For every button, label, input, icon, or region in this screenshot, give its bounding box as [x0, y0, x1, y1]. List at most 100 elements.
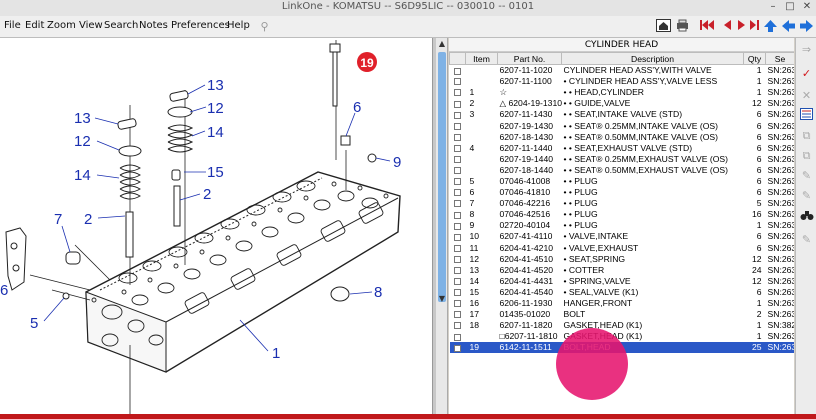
clear-icon[interactable]: ✕	[799, 88, 814, 103]
parts-row[interactable]: 11 6204-41-4210 • VALVE,EXHAUST 6 SN:263	[450, 242, 794, 253]
callout-14[interactable]: 14	[74, 167, 91, 184]
row-checkbox[interactable]	[450, 275, 466, 286]
callout-6[interactable]: 6	[353, 99, 361, 116]
checkbox-icon[interactable]	[454, 167, 461, 175]
parts-row[interactable]: 13 6204-41-4520 • COTTER 24 SN:263	[450, 264, 794, 275]
callout-9[interactable]: 9	[393, 154, 401, 171]
row-checkbox[interactable]	[450, 98, 466, 109]
parts-row[interactable]: 2 △ 6204-19-1310 • • GUIDE,VALVE 12 SN:263	[450, 98, 794, 109]
callout-8[interactable]: 8	[374, 284, 382, 301]
exploded-diagram[interactable]: 13 12 14 15 2 13 12 14 7 2 6 9 6 5 8 1 1…	[0, 38, 432, 419]
back-icon[interactable]	[780, 19, 797, 34]
checkbox-icon[interactable]	[454, 300, 461, 308]
scroll-thumb[interactable]	[438, 52, 446, 302]
checkbox-icon[interactable]	[454, 222, 461, 230]
parts-row[interactable]: 16 6206-11-1930 HANGER,FRONT 1 SN:263	[450, 297, 794, 308]
checkbox-icon[interactable]	[454, 89, 461, 97]
checkbox-icon[interactable]	[454, 122, 461, 130]
checkbox-icon[interactable]	[454, 156, 461, 164]
col-serial[interactable]: Se	[765, 52, 794, 65]
row-checkbox[interactable]	[450, 253, 466, 264]
parts-row[interactable]: 6207-19-1440 • • SEAT® 0.25MM,EXHAUST VAL…	[450, 153, 794, 164]
copy-icon[interactable]: ⧉	[799, 128, 814, 143]
parts-row[interactable]: 18 6207-11-1820 GASKET,HEAD (K1) 1 SN:382	[450, 320, 794, 331]
first-page-icon[interactable]	[698, 19, 715, 34]
parts-row[interactable]: 6 07046-41810 • • PLUG 6 SN:263	[450, 187, 794, 198]
checkbox-icon[interactable]	[454, 133, 461, 141]
row-checkbox[interactable]	[450, 187, 466, 198]
forward-icon[interactable]	[798, 19, 815, 34]
edit-icon[interactable]: ✎	[799, 232, 814, 247]
parts-row[interactable]: 6207-19-1430 • • SEAT® 0.25MM,INTAKE VALV…	[450, 120, 794, 131]
callout-2[interactable]: 2	[84, 211, 92, 228]
callout-12[interactable]: 12	[74, 133, 91, 150]
menu-notes[interactable]: Notes	[139, 20, 168, 31]
callout-1[interactable]: 1	[272, 345, 280, 362]
checkbox-icon[interactable]	[454, 144, 461, 152]
scroll-up-icon[interactable]: ▲	[436, 38, 448, 50]
callout-12[interactable]: 12	[207, 100, 224, 117]
parts-row[interactable]: 6207-18-1440 • • SEAT® 0.50MM,EXHAUST VAL…	[450, 164, 794, 175]
checkbox-icon[interactable]	[454, 278, 461, 286]
checkbox-icon[interactable]	[454, 289, 461, 297]
checkbox-icon[interactable]	[454, 211, 461, 219]
menu-zoom[interactable]: Zoom	[47, 20, 76, 31]
callout-6[interactable]: 6	[0, 282, 8, 299]
minimize-button[interactable]: –	[766, 1, 780, 14]
row-checkbox[interactable]	[450, 175, 466, 186]
menu-view[interactable]: View	[79, 20, 103, 31]
callout-15[interactable]: 15	[207, 164, 224, 181]
checkbox-icon[interactable]	[454, 233, 461, 241]
callout-2[interactable]: 2	[203, 186, 211, 203]
binoculars-icon[interactable]	[799, 210, 814, 225]
row-checkbox[interactable]	[450, 297, 466, 308]
row-checkbox[interactable]	[450, 220, 466, 231]
row-checkbox[interactable]	[450, 109, 466, 120]
row-checkbox[interactable]	[450, 320, 466, 331]
parts-row[interactable]: 10 6207-41-4110 • VALVE,INTAKE 6 SN:263	[450, 231, 794, 242]
row-checkbox[interactable]	[450, 286, 466, 297]
checkbox-icon[interactable]	[454, 200, 461, 208]
parts-row[interactable]: 7 07046-42216 • • PLUG 5 SN:263	[450, 198, 794, 209]
row-checkbox[interactable]	[449, 341, 466, 353]
parts-row[interactable]: 15 6204-41-4540 • SEAL,VALVE (K1) 6 SN:263	[450, 286, 794, 297]
pin-icon[interactable]: ⚲	[256, 19, 273, 34]
row-checkbox[interactable]	[450, 164, 466, 175]
row-checkbox[interactable]	[450, 264, 466, 275]
row-checkbox[interactable]	[450, 209, 466, 220]
row-checkbox[interactable]	[450, 231, 466, 242]
paste-icon[interactable]: ⧉	[799, 148, 814, 163]
parts-row[interactable]: 6207-18-1430 • • SEAT® 0.50MM,INTAKE VALV…	[450, 131, 794, 142]
parts-row[interactable]: □6207-11-1810GASKET,HEAD (K1)1SN:263	[450, 331, 794, 342]
print-icon[interactable]	[674, 19, 691, 34]
last-page-icon[interactable]	[746, 19, 763, 34]
row-checkbox[interactable]	[450, 87, 466, 98]
parts-row[interactable]: 9 02720-40104 • • PLUG 1 SN:263	[450, 220, 794, 231]
menu-edit[interactable]: Edit	[25, 20, 44, 31]
note-icon[interactable]: ✎	[799, 188, 814, 203]
checkbox-icon[interactable]	[454, 333, 461, 341]
col-description[interactable]: Description	[561, 52, 744, 65]
checkbox-icon[interactable]	[454, 311, 461, 319]
row-checkbox[interactable]	[450, 331, 466, 342]
parts-row[interactable]: 4 6207-11-1440 • • SEAT,EXHAUST VALVE (STD…	[450, 142, 794, 153]
callout-14[interactable]: 14	[207, 124, 224, 141]
list-icon[interactable]	[799, 108, 814, 123]
checkbox-icon[interactable]	[454, 189, 461, 197]
parts-row[interactable]: 14 6204-41-4431 • SPRING,VALVE 12 SN:263	[450, 275, 794, 286]
menu-preferences[interactable]: Preferences	[171, 20, 230, 31]
parts-row[interactable]: 3 6207-11-1430 • • SEAT,INTAKE VALVE (STD)…	[450, 109, 794, 120]
row-checkbox[interactable]	[450, 76, 466, 87]
checkbox-icon[interactable]	[454, 67, 461, 75]
row-checkbox[interactable]	[450, 65, 466, 76]
callout-19-selected[interactable]: 19	[357, 52, 377, 72]
col-item[interactable]: Item	[465, 52, 498, 65]
col-qty[interactable]: Qty	[743, 52, 766, 65]
checkbox-icon[interactable]	[454, 78, 461, 86]
expand-icon[interactable]: ⇒	[799, 42, 814, 57]
parts-row[interactable]: 12 6204-41-4510 • SEAT,SPRING 12 SN:263	[450, 253, 794, 264]
row-checkbox[interactable]	[450, 142, 466, 153]
parts-row[interactable]: 8 07046-42516 • • PLUG 16 SN:263	[450, 209, 794, 220]
row-checkbox[interactable]	[450, 242, 466, 253]
callout-13[interactable]: 13	[74, 110, 91, 127]
